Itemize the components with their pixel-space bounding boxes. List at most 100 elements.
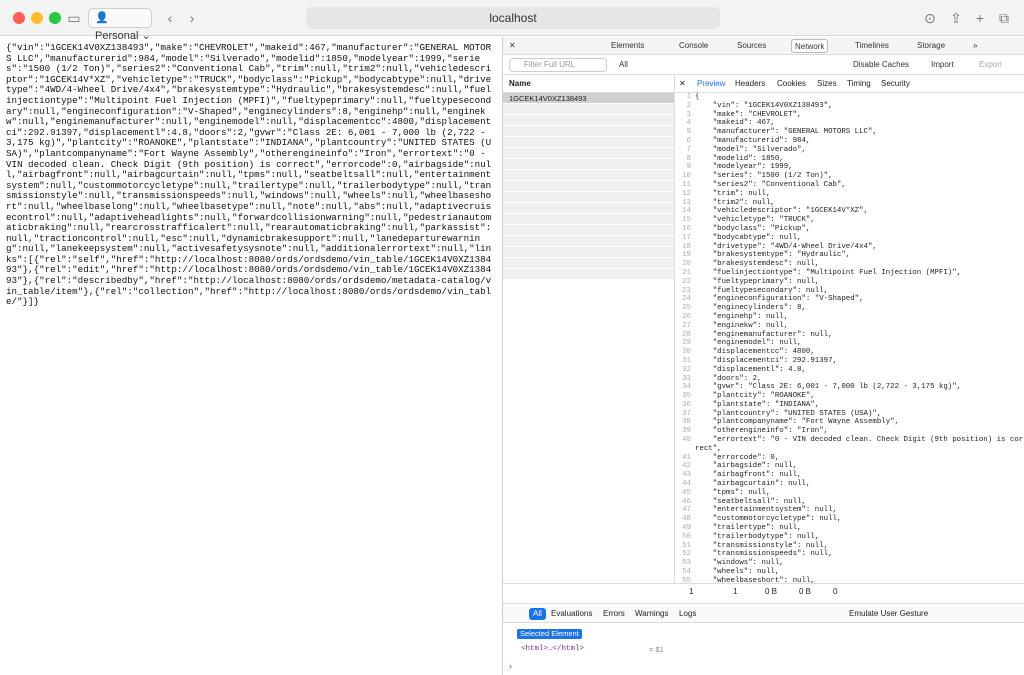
json-line-text: "engineconfiguration": "V-Shaped", <box>695 295 864 304</box>
request-row[interactable]: 1GCEK14V0XZ138493 <box>503 93 674 104</box>
json-line: 54 "wheels": null, <box>675 568 1024 577</box>
json-line-text: "model": "Silverado", <box>695 145 806 154</box>
json-line-text: "entertainmentsystem": null, <box>695 506 837 515</box>
close-devtools-icon[interactable]: ✕ <box>509 39 516 53</box>
json-line-text: "seatbeltsall": null, <box>695 497 806 506</box>
line-number: 39 <box>682 427 691 436</box>
json-line-text: "trim": null, <box>695 189 771 198</box>
console-filter-errors[interactable]: Errors <box>603 604 625 624</box>
json-line-text: "manufacturerid": 984, <box>695 136 811 145</box>
back-icon[interactable]: ‹ <box>164 9 176 27</box>
line-number: 49 <box>682 524 691 533</box>
json-line-text: "manufacturer": "GENERAL MOTORS LLC", <box>695 128 877 137</box>
tab-overview-icon[interactable]: ⧉ <box>996 9 1012 27</box>
json-line: 12 "trim": null, <box>675 190 1024 199</box>
tab-network[interactable]: Network <box>791 39 829 53</box>
share-icon[interactable]: ⇪ <box>948 9 964 27</box>
console-filter-warnings[interactable]: Warnings <box>635 604 669 624</box>
json-line: 18 "drivetype": "4WD/4-Wheel Drive/4x4", <box>675 243 1024 252</box>
minimize-window-button[interactable] <box>31 12 43 24</box>
line-number: 16 <box>682 224 691 233</box>
name-column-header[interactable]: Name <box>503 75 674 93</box>
close-window-button[interactable] <box>13 12 25 24</box>
tab-timing[interactable]: Timing <box>847 75 871 93</box>
new-tab-icon[interactable]: + <box>972 9 988 27</box>
tab-sources[interactable]: Sources <box>737 39 766 53</box>
json-line: 23 "fueltypesecondary": null, <box>675 287 1024 296</box>
tab-preview[interactable]: Preview <box>697 75 725 93</box>
line-number: 6 <box>686 136 691 145</box>
json-line: 39 "otherengineinfo": "Iron", <box>675 427 1024 436</box>
html-node[interactable]: <html>…</html> <box>521 645 584 653</box>
json-line: 21 "fuelinjectiontype": "Multipoint Fuel… <box>675 269 1024 278</box>
export-button[interactable]: Export <box>979 58 1002 72</box>
profile-menu[interactable]: 👤 Personal ⌄ <box>88 8 152 42</box>
line-number: 17 <box>682 233 691 242</box>
line-number: 2 <box>686 101 691 110</box>
line-number: 24 <box>682 295 691 304</box>
console-filter-all[interactable]: All <box>529 608 546 620</box>
json-line-text: "plantstate": "INDIANA", <box>695 400 820 409</box>
line-number: 34 <box>682 383 691 392</box>
line-number: 54 <box>682 568 691 577</box>
line-number: 35 <box>682 392 691 401</box>
zoom-window-button[interactable] <box>49 12 61 24</box>
json-line: 48 "custommotorcycletype": null, <box>675 515 1024 524</box>
emulate-user-gesture-checkbox[interactable]: Emulate User Gesture <box>849 604 928 624</box>
line-number: 22 <box>682 277 691 286</box>
tab-storage[interactable]: Storage <box>917 39 945 53</box>
line-number: 14 <box>682 207 691 216</box>
json-line-text: "errortext": "0 - VIN decoded clean. Che… <box>695 436 1024 453</box>
line-number: 48 <box>682 515 691 524</box>
resources-count: 1 <box>733 587 738 596</box>
json-line: 8 "modelid": 1850, <box>675 155 1024 164</box>
json-line-text: "modelyear": 1999, <box>695 163 793 172</box>
tab-security[interactable]: Security <box>881 75 910 93</box>
json-line: 16 "bodyclass": "Pickup", <box>675 225 1024 234</box>
line-number: 15 <box>682 216 691 225</box>
console-filter-logs[interactable]: Logs <box>679 604 696 624</box>
tab-timelines[interactable]: Timelines <box>855 39 889 53</box>
json-line: 53 "windows": null, <box>675 559 1024 568</box>
tab-sizes[interactable]: Sizes <box>817 75 837 93</box>
json-line: 38 "plantcompanyname": "Fort Wayne Assem… <box>675 418 1024 427</box>
line-number: 44 <box>682 480 691 489</box>
forward-icon[interactable]: › <box>186 9 198 27</box>
line-number: 47 <box>682 506 691 515</box>
json-line: 3 "make": "CHEVROLET", <box>675 111 1024 120</box>
json-line: 52 "transmissionspeeds": null, <box>675 550 1024 559</box>
network-status-bar: 1 1 0 B 0 B 0 <box>503 583 1024 599</box>
line-number: 12 <box>682 189 691 198</box>
line-number: 13 <box>682 198 691 207</box>
json-line: 2 "vin": "1GCEK14V0XZ138493", <box>675 102 1024 111</box>
tab-cookies[interactable]: Cookies <box>777 75 806 93</box>
address-bar[interactable]: localhost <box>306 7 720 29</box>
tab-console[interactable]: Console <box>679 39 708 53</box>
tab-elements[interactable]: Elements <box>611 39 644 53</box>
json-line-text: "make": "CHEVROLET", <box>695 110 802 119</box>
close-preview-icon[interactable]: ✕ <box>679 75 686 93</box>
tab-headers[interactable]: Headers <box>735 75 765 93</box>
console-filter-evaluations[interactable]: Evaluations <box>551 604 592 624</box>
json-line-text: "displacementci": 292.91397, <box>695 356 837 365</box>
json-line: 49 "trailertype": null, <box>675 524 1024 533</box>
import-button[interactable]: Import <box>931 58 954 72</box>
console-prompt-icon[interactable]: › <box>509 661 512 671</box>
json-line: 28 "enginemanufacturer": null, <box>675 331 1024 340</box>
json-line-text: "enginemanufacturer": null, <box>695 330 833 339</box>
json-line-text: "trailertype": null, <box>695 524 802 533</box>
disable-caches-checkbox[interactable]: Disable Caches <box>853 58 909 72</box>
resource-type-select[interactable]: All <box>619 58 628 72</box>
json-line: 31 "displacementci": 292.91397, <box>675 357 1024 366</box>
json-line: 26 "enginehp": null, <box>675 313 1024 322</box>
line-number: 50 <box>682 532 691 541</box>
more-tabs-icon[interactable]: » <box>973 39 977 53</box>
json-line-text: "fueltypesecondary": null, <box>695 286 829 295</box>
download-icon[interactable]: ⊙ <box>922 9 938 27</box>
line-number: 30 <box>682 348 691 357</box>
json-line: 30 "displacementcc": 4800, <box>675 348 1024 357</box>
transferred-size: 0 B <box>765 587 778 596</box>
sidebar-icon[interactable]: ▭ <box>66 9 82 27</box>
line-number: 5 <box>686 128 691 137</box>
filter-url-input[interactable]: Filter Full URL <box>509 58 607 72</box>
